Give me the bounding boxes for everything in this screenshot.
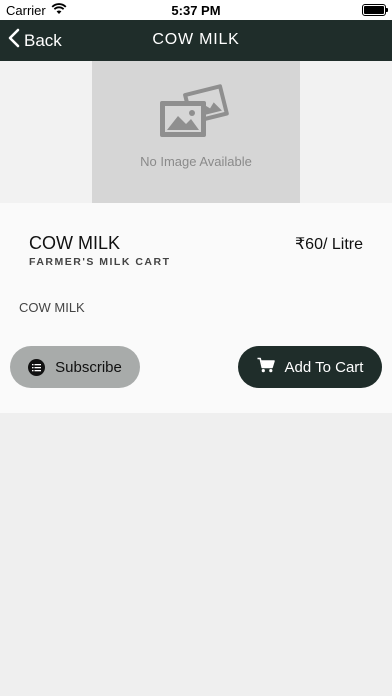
- product-card: COW MILK FARMER'S MILK CART ₹60/ Litre C…: [0, 203, 392, 413]
- status-time: 5:37 PM: [171, 3, 221, 18]
- status-right: [362, 4, 388, 16]
- product-description: COW MILK: [19, 300, 85, 315]
- subscribe-label: Subscribe: [55, 358, 122, 376]
- battery-icon: [362, 4, 388, 16]
- subscribe-button[interactable]: Subscribe: [10, 346, 140, 388]
- photo-placeholder-icon: [154, 83, 238, 152]
- no-image-label: No Image Available: [140, 154, 252, 169]
- status-bar: Carrier 5:37 PM: [0, 0, 392, 20]
- add-to-cart-button[interactable]: Add To Cart: [238, 346, 382, 388]
- cart-icon: [257, 357, 275, 377]
- product-price: ₹60/ Litre: [295, 236, 363, 253]
- seller-name: FARMER'S MILK CART: [29, 256, 171, 268]
- list-icon: [28, 358, 46, 376]
- product-name: COW MILK: [29, 233, 121, 253]
- nav-bar: Back COW MILK: [0, 20, 392, 61]
- product-image-area: No Image Available: [0, 61, 392, 203]
- add-to-cart-label: Add To Cart: [284, 358, 364, 376]
- page-title: COW MILK: [152, 31, 240, 48]
- product-image-placeholder: No Image Available: [92, 61, 300, 203]
